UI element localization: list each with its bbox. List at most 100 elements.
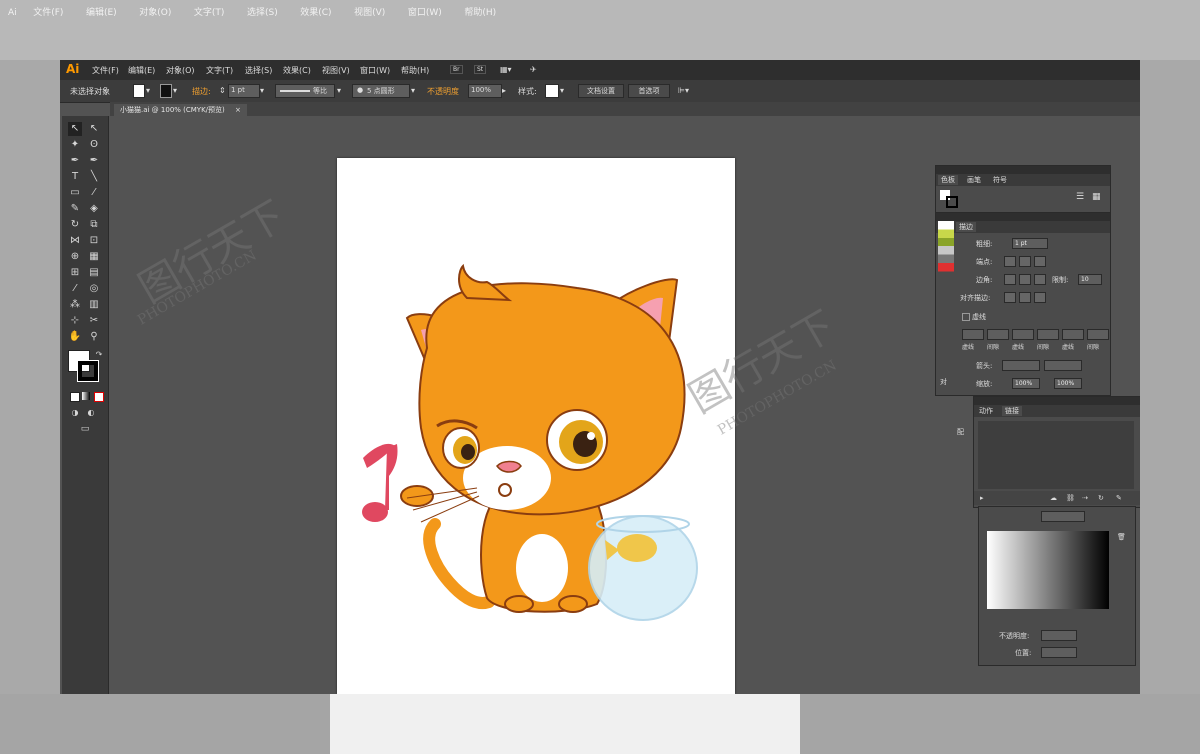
weight-field[interactable]: 1 pt	[1012, 238, 1048, 249]
opacity-label-link[interactable]: 不透明度	[427, 86, 459, 97]
trash-icon[interactable]: 🗑	[1117, 533, 1126, 541]
selection-tool-icon[interactable]: ↖	[68, 122, 82, 136]
gradient-mode-icon[interactable]	[82, 392, 90, 400]
column-graph-tool-icon[interactable]: ▥	[87, 298, 101, 312]
eraser-tool-icon[interactable]: ◈	[87, 202, 101, 216]
close-icon[interactable]: ×	[235, 106, 241, 114]
fill-swatch[interactable]	[133, 84, 145, 98]
gap-field[interactable]	[987, 329, 1009, 340]
end-arrow-select[interactable]	[1044, 360, 1082, 371]
dashed-checkbox[interactable]	[962, 313, 970, 321]
menu-type[interactable]: 文字(T)	[206, 65, 233, 76]
mesh-tool-icon[interactable]: ⊞	[68, 266, 82, 280]
start-scale-field[interactable]: 100%	[1012, 378, 1040, 389]
tab-stroke[interactable]: 描边	[956, 222, 976, 232]
gradient-position-field[interactable]	[1041, 647, 1077, 658]
dash-field[interactable]	[962, 329, 984, 340]
cloud-icon[interactable]: ☁	[1050, 494, 1057, 502]
rotate-tool-icon[interactable]: ↻	[68, 218, 82, 232]
direct-selection-tool-icon[interactable]: ↖	[87, 122, 101, 136]
gradient-tool-icon[interactable]: ▤	[87, 266, 101, 280]
tab-links[interactable]: 链接	[1002, 406, 1022, 416]
paintbrush-tool-icon[interactable]: ⁄	[87, 186, 101, 200]
graphic-style-swatch[interactable]	[545, 84, 559, 98]
menu-select[interactable]: 选择(S)	[245, 65, 272, 76]
list-view-icon[interactable]: ☰	[1076, 192, 1084, 202]
gradient-type-select[interactable]	[1041, 511, 1085, 522]
artboard[interactable]	[337, 158, 735, 694]
arrange-documents-icon[interactable]: ▦▾	[500, 65, 512, 74]
stock-icon[interactable]: St	[474, 65, 487, 74]
document-setup-button[interactable]: 文档设置	[578, 84, 624, 98]
shape-builder-tool-icon[interactable]: ⊕	[68, 250, 82, 264]
menu-effect[interactable]: 效果(C)	[283, 65, 311, 76]
start-arrow-select[interactable]	[1002, 360, 1040, 371]
chevron-down-icon[interactable]: ▾	[337, 86, 341, 95]
stroke-swatch-small[interactable]	[946, 196, 958, 208]
menu-view[interactable]: 视图(V)	[322, 65, 350, 76]
goto-link-icon[interactable]: ⇢	[1082, 494, 1088, 502]
document-tab[interactable]: 小猫猫.ai @ 100% (CMYK/预览) ×	[114, 104, 247, 116]
align-inside-button[interactable]	[1019, 292, 1031, 303]
bevel-join-button[interactable]	[1034, 274, 1046, 285]
line-tool-icon[interactable]: ╲	[87, 170, 101, 184]
pencil-tool-icon[interactable]: ✎	[68, 202, 82, 216]
butt-cap-button[interactable]	[1004, 256, 1016, 267]
swatch-strip[interactable]	[938, 221, 954, 281]
align-center-button[interactable]	[1004, 292, 1016, 303]
dash-field[interactable]	[1062, 329, 1084, 340]
round-join-button[interactable]	[1019, 274, 1031, 285]
chevron-right-icon[interactable]: ▸	[502, 86, 506, 95]
hand-tool-icon[interactable]: ✋	[68, 330, 82, 344]
grid-view-icon[interactable]: ▦	[1092, 192, 1101, 202]
stroke-weight-field[interactable]: 1 pt	[228, 84, 260, 98]
slice-tool-icon[interactable]: ✂	[87, 314, 101, 328]
stroke-color-swatch[interactable]	[77, 360, 99, 382]
curvature-tool-icon[interactable]: ✒	[87, 154, 101, 168]
chevron-down-icon[interactable]: ▾	[411, 86, 415, 95]
rectangle-tool-icon[interactable]: ▭	[68, 186, 82, 200]
tab-actions[interactable]: 动作	[976, 406, 996, 416]
chevron-down-icon[interactable]: ▾	[146, 86, 150, 95]
menu-help[interactable]: 帮助(H)	[401, 65, 429, 76]
menu-object[interactable]: 对象(O)	[166, 65, 195, 76]
draw-normal-icon[interactable]: ◑	[68, 406, 82, 420]
round-cap-button[interactable]	[1019, 256, 1031, 267]
brush-select[interactable]: ● 5 点圆形	[352, 84, 410, 98]
preferences-button[interactable]: 首选项	[628, 84, 670, 98]
artboard-tool-icon[interactable]: ⊹	[68, 314, 82, 328]
blend-tool-icon[interactable]: ◎	[87, 282, 101, 296]
end-scale-field[interactable]: 100%	[1054, 378, 1082, 389]
links-list[interactable]	[978, 421, 1134, 489]
stroke-label-link[interactable]: 描边:	[192, 86, 211, 97]
swap-colors-icon[interactable]: ↷	[92, 348, 106, 362]
tab-symbols[interactable]: 符号	[990, 175, 1010, 185]
gpu-performance-icon[interactable]: ✈	[530, 65, 537, 74]
stepper-icon[interactable]: ⇕	[219, 86, 226, 95]
none-mode-icon[interactable]	[94, 392, 104, 402]
opacity-field[interactable]: 100%	[468, 84, 502, 98]
pen-tool-icon[interactable]: ✒	[68, 154, 82, 168]
gradient-preview[interactable]	[987, 531, 1109, 609]
eyedropper-tool-icon[interactable]: ⁄	[68, 282, 82, 296]
edit-original-icon[interactable]: ✎	[1116, 494, 1122, 502]
limit-field[interactable]: 10	[1078, 274, 1102, 285]
relink-icon[interactable]: ⛓	[1066, 494, 1075, 502]
projecting-cap-button[interactable]	[1034, 256, 1046, 267]
expand-icon[interactable]: ▸	[980, 494, 984, 502]
color-mode-icon[interactable]	[70, 392, 80, 402]
zoom-tool-icon[interactable]: ⚲	[87, 330, 101, 344]
scale-tool-icon[interactable]: ⧉	[87, 218, 101, 232]
chevron-down-icon[interactable]: ▾	[260, 86, 264, 95]
symbol-sprayer-tool-icon[interactable]: ⁂	[68, 298, 82, 312]
screen-mode-icon[interactable]: ▭	[78, 422, 92, 436]
gradient-opacity-field[interactable]	[1041, 630, 1077, 641]
stroke-profile-select[interactable]: 等比	[275, 84, 335, 98]
magic-wand-tool-icon[interactable]: ✦	[68, 138, 82, 152]
align-icon[interactable]: ⊫▾	[678, 86, 689, 95]
gap-field[interactable]	[1037, 329, 1059, 340]
dash-field[interactable]	[1012, 329, 1034, 340]
bridge-icon[interactable]: Br	[450, 65, 463, 74]
free-transform-tool-icon[interactable]: ⊡	[87, 234, 101, 248]
menu-window[interactable]: 窗口(W)	[360, 65, 390, 76]
